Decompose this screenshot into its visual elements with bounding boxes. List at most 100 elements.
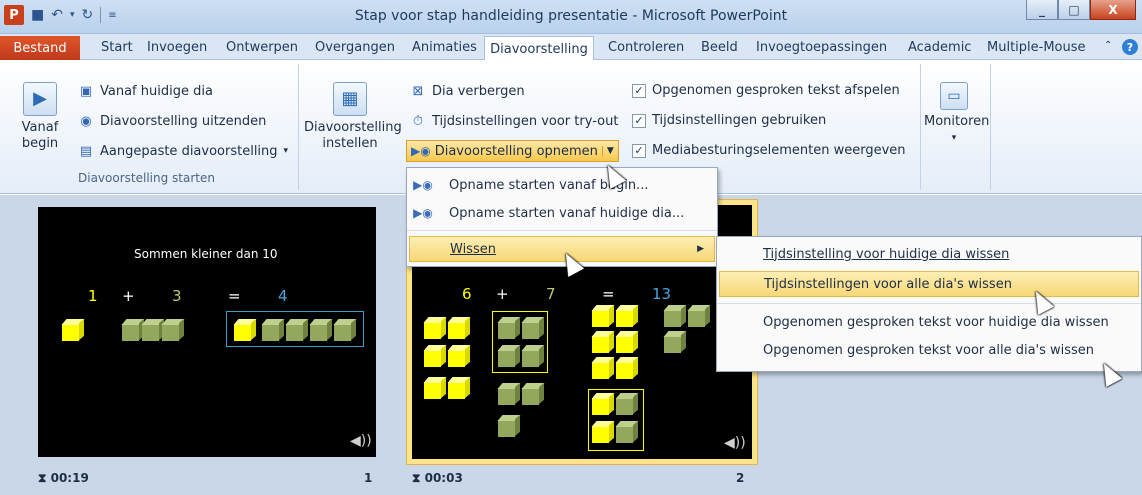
slide-timing-2: ⧗ 00:03 bbox=[412, 471, 463, 486]
cube-yellow bbox=[447, 344, 471, 367]
timing-icon: ⧗ bbox=[412, 471, 425, 485]
help-icon[interactable]: ? bbox=[1122, 39, 1138, 55]
chevron-right-icon: ▶ bbox=[697, 244, 704, 254]
group-label-starten: Diavoorstelling starten bbox=[78, 171, 215, 185]
speaker-icon: ◀)) bbox=[724, 435, 746, 451]
tab-animaties[interactable]: Animaties bbox=[412, 40, 477, 55]
cube-yellow bbox=[591, 392, 615, 415]
tab-invoegen[interactable]: Invoegen bbox=[147, 40, 207, 55]
diavoorstelling-instellen-button[interactable]: ▦ Diavoorstelling instellen bbox=[304, 82, 402, 152]
checkbox-checked-icon[interactable]: ✓ bbox=[632, 113, 646, 128]
timing-icon: ⧗ bbox=[38, 471, 51, 485]
record-dropdown-menu: ▶◉ Opname starten vanaf begin... ▶◉ Opna… bbox=[406, 167, 718, 267]
cube-yellow bbox=[615, 330, 639, 353]
divider bbox=[407, 230, 717, 231]
checkbox-checked-icon[interactable]: ✓ bbox=[632, 83, 646, 98]
custom-show-icon: ▤ bbox=[79, 143, 93, 159]
tab-academic[interactable]: Academic bbox=[908, 40, 971, 55]
cube-green bbox=[687, 304, 711, 327]
monitor-icon: ▭ bbox=[940, 82, 968, 110]
minimize-ribbon-icon[interactable]: ⌃ bbox=[1104, 40, 1112, 51]
cube-yellow bbox=[591, 330, 615, 353]
tab-diavoorstelling[interactable]: Diavoorstelling bbox=[484, 36, 594, 61]
slide-number-1: 1 bbox=[364, 471, 373, 485]
slide-result: 4 bbox=[278, 287, 288, 305]
menu-item-opname-begin[interactable]: ▶◉ Opname starten vanaf begin... bbox=[409, 172, 715, 198]
cube-yellow bbox=[615, 356, 639, 379]
check-gebruiken[interactable]: ✓ Tijdsinstellingen gebruiken bbox=[632, 113, 826, 128]
broadcast-icon: ◉ bbox=[80, 113, 92, 129]
slide-number-b: 3 bbox=[172, 287, 182, 305]
tab-invoegtoepassingen[interactable]: Invoegtoepassingen bbox=[756, 40, 887, 55]
menu-item-label: Opname starten vanaf huidige dia... bbox=[449, 205, 685, 221]
check-mediabesturing[interactable]: ✓ Mediabesturingselementen weergeven bbox=[632, 143, 906, 158]
slide-number-b: 7 bbox=[546, 285, 556, 303]
tab-controleren[interactable]: Controleren bbox=[608, 40, 684, 55]
tab-ontwerpen[interactable]: Ontwerpen bbox=[226, 40, 298, 55]
slide-equals: = bbox=[228, 287, 241, 305]
tab-start[interactable]: Start bbox=[101, 40, 133, 55]
divider bbox=[298, 64, 299, 190]
cube-green bbox=[663, 304, 687, 327]
cube-green bbox=[333, 318, 357, 341]
diavoorstelling-opnemen-label: Diavoorstelling opnemen bbox=[434, 143, 598, 159]
tab-multiple-mouse[interactable]: Multiple-Mouse bbox=[987, 40, 1086, 55]
cube-green bbox=[497, 382, 521, 405]
hide-slide-icon: ⊠ bbox=[412, 83, 424, 99]
vanaf-begin-button[interactable]: ▶ Vanaf begin bbox=[14, 82, 66, 152]
checkbox-checked-icon[interactable]: ✓ bbox=[632, 143, 646, 158]
submenu-item-huidige-tijd[interactable]: Tijdsinstelling voor huidige dia wissen bbox=[719, 241, 1139, 267]
maximize-icon[interactable]: □ bbox=[1058, 0, 1090, 20]
cube-yellow bbox=[591, 304, 615, 327]
cube-green bbox=[663, 330, 687, 353]
tijdsinstellingen-tryout-label: Tijdsinstellingen voor try-out bbox=[432, 113, 619, 129]
cube-green bbox=[521, 344, 545, 367]
diavoorstelling-opnemen-button[interactable]: ▶◉ Diavoorstelling opnemen ▼ bbox=[406, 140, 619, 162]
check-afspelen-label: Opgenomen gesproken tekst afspelen bbox=[652, 83, 900, 98]
menu-item-label: Tijdsinstellingen voor alle dia's wissen bbox=[764, 276, 1012, 292]
monitoren-label: Monitoren bbox=[924, 114, 990, 129]
speaker-icon: ◀)) bbox=[350, 433, 372, 449]
cube-yellow bbox=[233, 318, 257, 341]
slide-number-a: 6 bbox=[462, 285, 472, 303]
tab-overgangen[interactable]: Overgangen bbox=[315, 40, 395, 55]
cube-green bbox=[261, 318, 285, 341]
cube-green bbox=[497, 344, 521, 367]
cube-green bbox=[161, 318, 185, 341]
check-mediabesturing-label: Mediabesturingselementen weergeven bbox=[652, 143, 906, 158]
diavoorstelling-uitzenden-button[interactable]: ◉ Diavoorstelling uitzenden bbox=[78, 113, 266, 129]
tab-bestand[interactable]: Bestand bbox=[0, 36, 80, 60]
tijdsinstellingen-tryout-button[interactable]: ⏱ Tijdsinstellingen voor try-out bbox=[410, 113, 619, 129]
close-icon[interactable]: X bbox=[1090, 0, 1136, 20]
record-icon: ▶◉ bbox=[411, 144, 431, 158]
slide-title: Sommen kleiner dan 10 bbox=[134, 247, 278, 261]
menu-item-opname-huidige[interactable]: ▶◉ Opname starten vanaf huidige dia... bbox=[409, 200, 715, 226]
monitoren-button[interactable]: ▭ Monitoren ▾ bbox=[924, 82, 990, 146]
cube-green bbox=[521, 316, 545, 339]
cube-yellow bbox=[423, 344, 447, 367]
check-afspelen[interactable]: ✓ Opgenomen gesproken tekst afspelen bbox=[632, 83, 900, 98]
minimize-icon[interactable]: _ bbox=[1026, 0, 1058, 20]
slide-number-2: 2 bbox=[736, 471, 745, 485]
cube-green bbox=[121, 318, 145, 341]
submenu-item-alle-tekst[interactable]: Opgenomen gesproken tekst voor alle dia'… bbox=[719, 337, 1139, 363]
tab-beeld[interactable]: Beeld bbox=[701, 40, 738, 55]
slide-thumbnail-1[interactable]: Sommen kleiner dan 10 1 + 3 = 4 ◀)) bbox=[38, 207, 376, 457]
ribbon-tabs: Bestand Start Invoegen Ontwerpen Overgan… bbox=[0, 34, 1142, 61]
submenu-item-huidige-tekst[interactable]: Opgenomen gesproken tekst voor huidige d… bbox=[719, 309, 1139, 335]
chevron-down-icon[interactable]: ▼ bbox=[601, 146, 614, 156]
record-icon: ▶◉ bbox=[413, 178, 433, 192]
submenu-item-alle-tijd[interactable]: Tijdsinstellingen voor alle dia's wissen bbox=[719, 271, 1139, 297]
chevron-down-icon: ▾ bbox=[283, 146, 289, 156]
cube-green bbox=[615, 420, 639, 443]
cube-green bbox=[497, 316, 521, 339]
cube-green bbox=[141, 318, 165, 341]
slide-time-label: 00:03 bbox=[424, 471, 463, 485]
cube-green bbox=[615, 392, 639, 415]
vanaf-huidige-dia-button[interactable]: ▣ Vanaf huidige dia bbox=[78, 83, 213, 99]
aangepaste-diavoorstelling-button[interactable]: ▤ Aangepaste diavoorstelling ▾ bbox=[78, 143, 288, 159]
slide-number-a: 1 bbox=[88, 287, 98, 305]
wissen-submenu: Tijdsinstelling voor huidige dia wissen … bbox=[716, 236, 1142, 372]
slide-operator: + bbox=[122, 287, 135, 305]
dia-verbergen-button[interactable]: ⊠ Dia verbergen bbox=[410, 83, 525, 99]
